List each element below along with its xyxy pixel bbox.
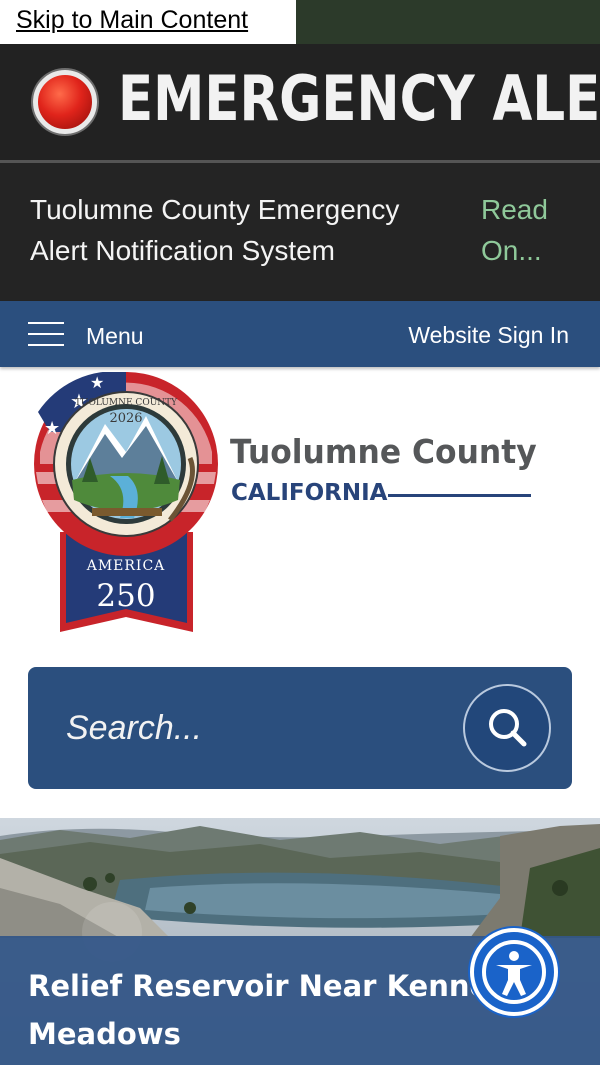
search-button[interactable] [463,684,551,772]
svg-text:★: ★ [44,418,60,439]
accessibility-button[interactable] [470,928,558,1016]
state-underline [388,494,531,497]
website-sign-in-link[interactable]: Website Sign In [408,322,569,349]
america-250-county-seal-logo[interactable]: ★ ★ ★ 2026 TUOLUMNE COUNTY AMERICA 250 [30,372,225,634]
seal-text: TUOLUMNE COUNTY [75,398,178,408]
skip-to-main-content-link[interactable]: Skip to Main Content [0,0,296,44]
hamburger-menu-icon[interactable] [28,322,64,346]
main-navbar: Menu Website Sign In [0,301,600,367]
search-input[interactable] [66,705,446,751]
accessibility-person-icon [482,940,546,1004]
ribbon-number: 250 [96,578,155,614]
search-panel [28,667,572,789]
emergency-alert-title: EMERGENCY ALERT [118,62,600,135]
county-state: CALIFORNIA [231,480,388,506]
menu-button[interactable]: Menu [86,323,144,350]
alert-notice-bar: Tuolumne County Emergency Alert Notifica… [0,163,600,301]
magnifier-icon [489,709,527,747]
emergency-alert-banner[interactable]: EMERGENCY ALERT [0,44,600,160]
alert-notice-text: Tuolumne County Emergency Alert Notifica… [30,194,400,266]
ribbon-text: AMERICA [86,558,166,574]
red-alert-light-icon [33,70,97,134]
county-name[interactable]: Tuolumne County [230,432,537,471]
svg-text:★: ★ [90,373,104,392]
read-on-link[interactable]: Read On... [481,189,571,271]
seal-year: 2026 [109,411,142,426]
